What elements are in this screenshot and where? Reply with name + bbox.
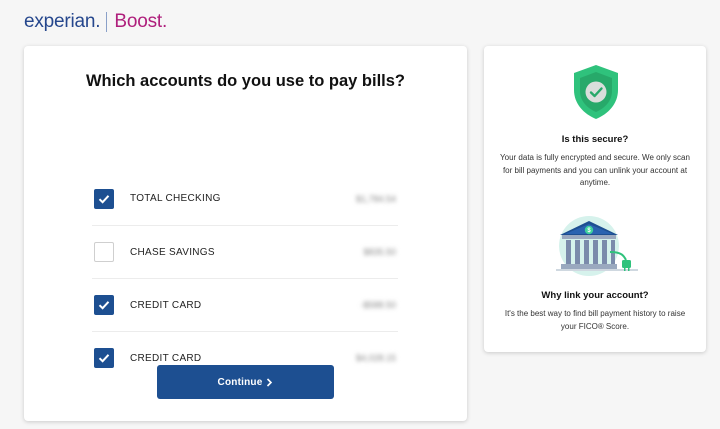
account-balance: -$588.50: [360, 300, 396, 310]
account-name: TOTAL CHECKING: [130, 193, 221, 204]
shield-check-icon: [574, 65, 618, 119]
why-text: It's the best way to find bill payment h…: [504, 309, 686, 331]
checkmark-icon: [98, 354, 110, 363]
account-balance: $835.50: [363, 247, 396, 257]
checkmark-icon: [98, 301, 110, 310]
account-name: CHASE SAVINGS: [130, 246, 215, 258]
account-checkbox[interactable]: [94, 348, 114, 368]
account-row-total-checking[interactable]: TOTAL CHECKING $1,784.54: [92, 172, 398, 225]
why-heading: Why link your account?: [541, 290, 649, 301]
account-balance: $4,028.15: [355, 353, 396, 363]
brand-name: experian.: [24, 11, 101, 32]
secure-text: Your data is fully encrypted and secure.…: [500, 153, 690, 187]
brand-divider: [106, 12, 108, 32]
page-title: Which accounts do you use to pay bills?: [85, 72, 406, 90]
account-name: CREDIT CARD: [130, 352, 202, 364]
account-row-credit-card[interactable]: CREDIT CARD -$588.50: [92, 278, 398, 331]
info-panel: Is this secure? Your data is fully encry…: [484, 46, 706, 352]
checkmark-icon: [98, 194, 110, 204]
account-selection-card: Which accounts do you use to pay bills? …: [24, 46, 467, 421]
bank-icon: $: [556, 216, 638, 276]
brand-product: Boost.: [114, 11, 168, 32]
account-checkbox[interactable]: [94, 242, 114, 262]
account-row-chase-savings[interactable]: CHASE SAVINGS $835.50: [92, 225, 398, 278]
account-name: CREDIT CARD: [130, 299, 202, 311]
account-balance: $1,784.54: [355, 193, 396, 204]
continue-button[interactable]: Continue: [157, 365, 334, 399]
account-checkbox[interactable]: [94, 188, 114, 209]
account-checkbox[interactable]: [94, 295, 114, 315]
account-list: TOTAL CHECKING $1,784.54 CHASE SAVINGS $…: [92, 172, 398, 384]
chevron-right-icon: [266, 377, 273, 387]
secure-heading: Is this secure?: [561, 134, 629, 145]
experian-boost-logo: experian. Boost.: [24, 10, 167, 34]
continue-label: Continue: [217, 376, 263, 388]
